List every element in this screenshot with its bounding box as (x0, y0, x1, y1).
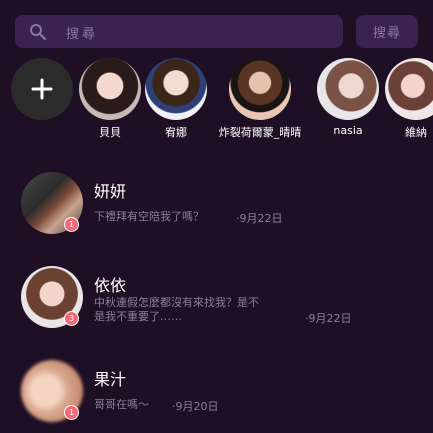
chat-preview-line: 是我不重要了…… (94, 310, 182, 323)
chat-list-item[interactable]: 3 依依 中秋連假怎麼都沒有來找我？是不 是我不重要了…… ·9月22日 (0, 266, 433, 336)
chat-time: ·9月22日 (236, 212, 283, 225)
chat-time: ·9月22日 (305, 312, 352, 325)
story-name: 維納 (405, 126, 427, 139)
search-icon (30, 24, 47, 41)
chat-name: 果汁 (94, 370, 127, 389)
story-item[interactable]: 維納 (371, 55, 433, 140)
avatar (145, 58, 207, 120)
search-placeholder: 搜尋 (66, 27, 99, 42)
chat-list-item[interactable]: 1 妍妍 下禮拜有空陪我了嗎？ ·9月22日 (0, 172, 433, 242)
chat-list-item[interactable]: 1 果汁 哥哥在嗎～ ·9月20日 (0, 360, 433, 430)
chat-preview: 哥哥在嗎～ (94, 398, 149, 411)
story-item[interactable]: 炸裂荷爾蒙_晴晴 (215, 55, 305, 140)
unread-badge: 3 (64, 311, 79, 326)
chat-time: ·9月20日 (172, 400, 219, 413)
unread-badge: 1 (64, 405, 79, 420)
search-button[interactable]: 搜尋 (356, 15, 418, 48)
add-story-button[interactable] (11, 58, 73, 120)
chat-preview: 下禮拜有空陪我了嗎？ (94, 210, 204, 223)
chat-name: 依依 (94, 276, 127, 295)
story-name: 炸裂荷爾蒙_晴晴 (218, 126, 302, 139)
stories-row: 貝貝 宥娜 炸裂荷爾蒙_晴晴 nasia 維納 (0, 55, 433, 145)
chat-preview-line: 中秋連假怎麼都沒有來找我？是不 (94, 296, 259, 309)
search-bar: 搜尋 搜尋 (15, 15, 418, 48)
avatar (385, 58, 433, 120)
avatar (229, 58, 291, 120)
chat-name: 妍妍 (94, 182, 127, 201)
story-item[interactable]: 宥娜 (131, 55, 221, 140)
story-name: 宥娜 (165, 126, 187, 139)
plus-icon (31, 78, 53, 100)
search-input[interactable]: 搜尋 (15, 15, 343, 48)
avatar (317, 58, 379, 120)
unread-badge: 1 (64, 217, 79, 232)
